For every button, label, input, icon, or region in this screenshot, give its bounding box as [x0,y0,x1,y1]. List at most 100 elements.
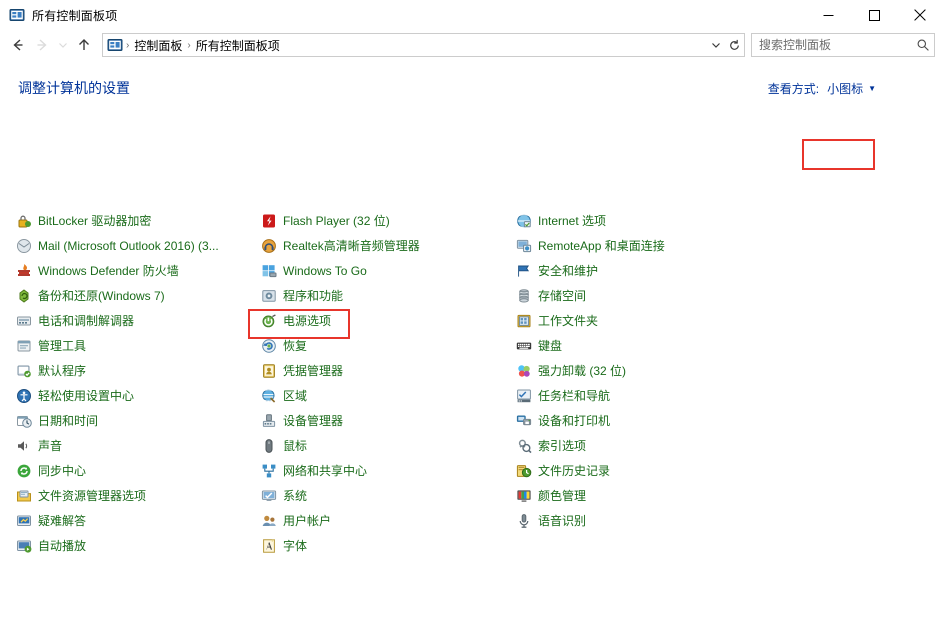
date-time-icon [16,413,32,429]
cp-item-taskbar-navigation[interactable]: 任务栏和导航 [516,383,816,408]
cp-item-label: 电源选项 [283,314,332,328]
cp-item-date-time[interactable]: 日期和时间 [16,408,261,433]
window-controls [805,0,943,30]
credential-manager-icon [261,363,277,379]
breadcrumb-all-items[interactable]: 所有控制面板项 [192,37,284,54]
cp-item-color-management[interactable]: 颜色管理 [516,483,816,508]
cp-item-power-options[interactable]: 电源选项 [261,308,516,333]
address-bar-actions [706,34,744,56]
cp-item-bitlocker[interactable]: BitLocker 驱动器加密 [16,208,261,233]
cp-item-keyboard[interactable]: 键盘 [516,333,816,358]
security-maintenance-icon [516,263,532,279]
recovery-icon [261,338,277,354]
search-icon[interactable] [912,38,934,52]
cp-item-label: 自动播放 [38,539,87,553]
highlight-box-view-mode [802,139,875,170]
cp-item-user-accounts[interactable]: 用户帐户 [261,508,516,533]
cp-item-security-maintenance[interactable]: 安全和维护 [516,258,816,283]
programs-features-icon [261,288,277,304]
keyboard-icon [516,338,532,354]
cp-item-administrative-tools[interactable]: 管理工具 [16,333,261,358]
view-mode-value[interactable]: 小图标 [827,80,863,97]
cp-item-label: 键盘 [538,339,563,353]
cp-item-label: RemoteApp 和桌面连接 [538,239,665,253]
recent-locations-button[interactable] [54,33,72,57]
cp-item-file-explorer-options[interactable]: 文件资源管理器选项 [16,483,261,508]
cp-item-autoplay[interactable]: 自动播放 [16,533,261,558]
speech-recognition-icon [516,513,532,529]
mouse-icon [261,438,277,454]
cp-item-label: 工作文件夹 [538,314,599,328]
back-button[interactable] [6,33,30,57]
cp-item-label: 强力卸载 (32 位) [538,364,627,378]
system-icon [261,488,277,504]
up-button[interactable] [72,33,96,57]
cp-item-mail[interactable]: Mail (Microsoft Outlook 2016) (3... [16,233,261,258]
cp-item-backup-restore[interactable]: 备份和还原(Windows 7) [16,283,261,308]
cp-item-label: 用户帐户 [283,514,332,528]
refresh-button[interactable] [725,35,744,55]
view-mode-label: 查看方式: [767,82,820,96]
network-sharing-icon [261,463,277,479]
cp-item-default-programs[interactable]: 默认程序 [16,358,261,383]
cp-item-sound[interactable]: 声音 [16,433,261,458]
cp-item-flash-player[interactable]: Flash Player (32 位) [261,208,516,233]
cp-item-realtek-audio[interactable]: Realtek高清晰音频管理器 [261,233,516,258]
cp-item-firewall[interactable]: Windows Defender 防火墙 [16,258,261,283]
view-mode-selector: 查看方式: 小图标 ▼ [768,80,876,97]
search-input[interactable] [752,38,912,52]
cp-item-label: 声音 [38,439,63,453]
cp-item-device-manager[interactable]: 设备管理器 [261,408,516,433]
cp-item-label: 网络和共享中心 [283,464,368,478]
cp-item-label: Mail (Microsoft Outlook 2016) (3... [38,238,219,253]
cp-item-file-history[interactable]: 文件历史记录 [516,458,816,483]
realtek-audio-icon [261,238,277,254]
forward-button[interactable] [30,33,54,57]
cp-item-network-sharing[interactable]: 网络和共享中心 [261,458,516,483]
cp-item-programs-features[interactable]: 程序和功能 [261,283,516,308]
cp-item-storage-spaces[interactable]: 存储空间 [516,283,816,308]
cp-item-speech-recognition[interactable]: 语音识别 [516,508,816,533]
cp-item-recovery[interactable]: 恢复 [261,333,516,358]
sound-icon [16,438,32,454]
cp-item-indexing-options[interactable]: 索引选项 [516,433,816,458]
cp-item-system[interactable]: 系统 [261,483,516,508]
cp-item-sync-center[interactable]: 同步中心 [16,458,261,483]
address-dropdown-button[interactable] [706,35,725,55]
cp-item-label: 备份和还原(Windows 7) [38,289,165,303]
title-bar: 所有控制面板项 [0,0,943,30]
close-button[interactable] [897,0,943,30]
cp-item-label: 系统 [283,489,308,503]
cp-item-mouse[interactable]: 鼠标 [261,433,516,458]
minimize-button[interactable] [805,0,851,30]
search-box[interactable] [751,33,935,57]
ease-of-access-icon [16,388,32,404]
breadcrumb-control-panel[interactable]: 控制面板 [130,37,186,54]
cp-item-label: 默认程序 [38,364,87,378]
cp-item-work-folders[interactable]: 工作文件夹 [516,308,816,333]
cp-item-fonts[interactable]: 字体 [261,533,516,558]
maximize-button[interactable] [851,0,897,30]
cp-item-uninstaller[interactable]: 强力卸载 (32 位) [516,358,816,383]
cp-item-label: 字体 [283,539,308,553]
cp-item-internet-options[interactable]: Internet 选项 [516,208,816,233]
administrative-tools-icon [16,338,32,354]
devices-printers-icon [516,413,532,429]
cp-item-label: Realtek高清晰音频管理器 [283,239,420,253]
cp-item-credential-manager[interactable]: 凭据管理器 [261,358,516,383]
cp-item-devices-printers[interactable]: 设备和打印机 [516,408,816,433]
cp-item-label: BitLocker 驱动器加密 [38,214,152,228]
cp-item-region[interactable]: 区域 [261,383,516,408]
cp-item-label: 疑难解答 [38,514,87,528]
cp-item-ease-of-access[interactable]: 轻松使用设置中心 [16,383,261,408]
cp-item-windows-to-go[interactable]: Windows To Go [261,258,516,283]
items-column-1: BitLocker 驱动器加密 Mail (Microsoft Outlook 2… [0,208,261,558]
cp-item-phone-modem[interactable]: 电话和调制解调器 [16,308,261,333]
cp-item-label: Flash Player (32 位) [283,214,390,228]
address-bar[interactable]: › 控制面板 › 所有控制面板项 [102,33,745,57]
cp-item-remoteapp[interactable]: RemoteApp 和桌面连接 [516,233,816,258]
cp-item-label: 索引选项 [538,439,587,453]
chevron-down-icon[interactable]: ▼ [868,84,876,93]
cp-item-troubleshooting[interactable]: 疑难解答 [16,508,261,533]
page-title: 调整计算机的设置 [18,80,130,96]
